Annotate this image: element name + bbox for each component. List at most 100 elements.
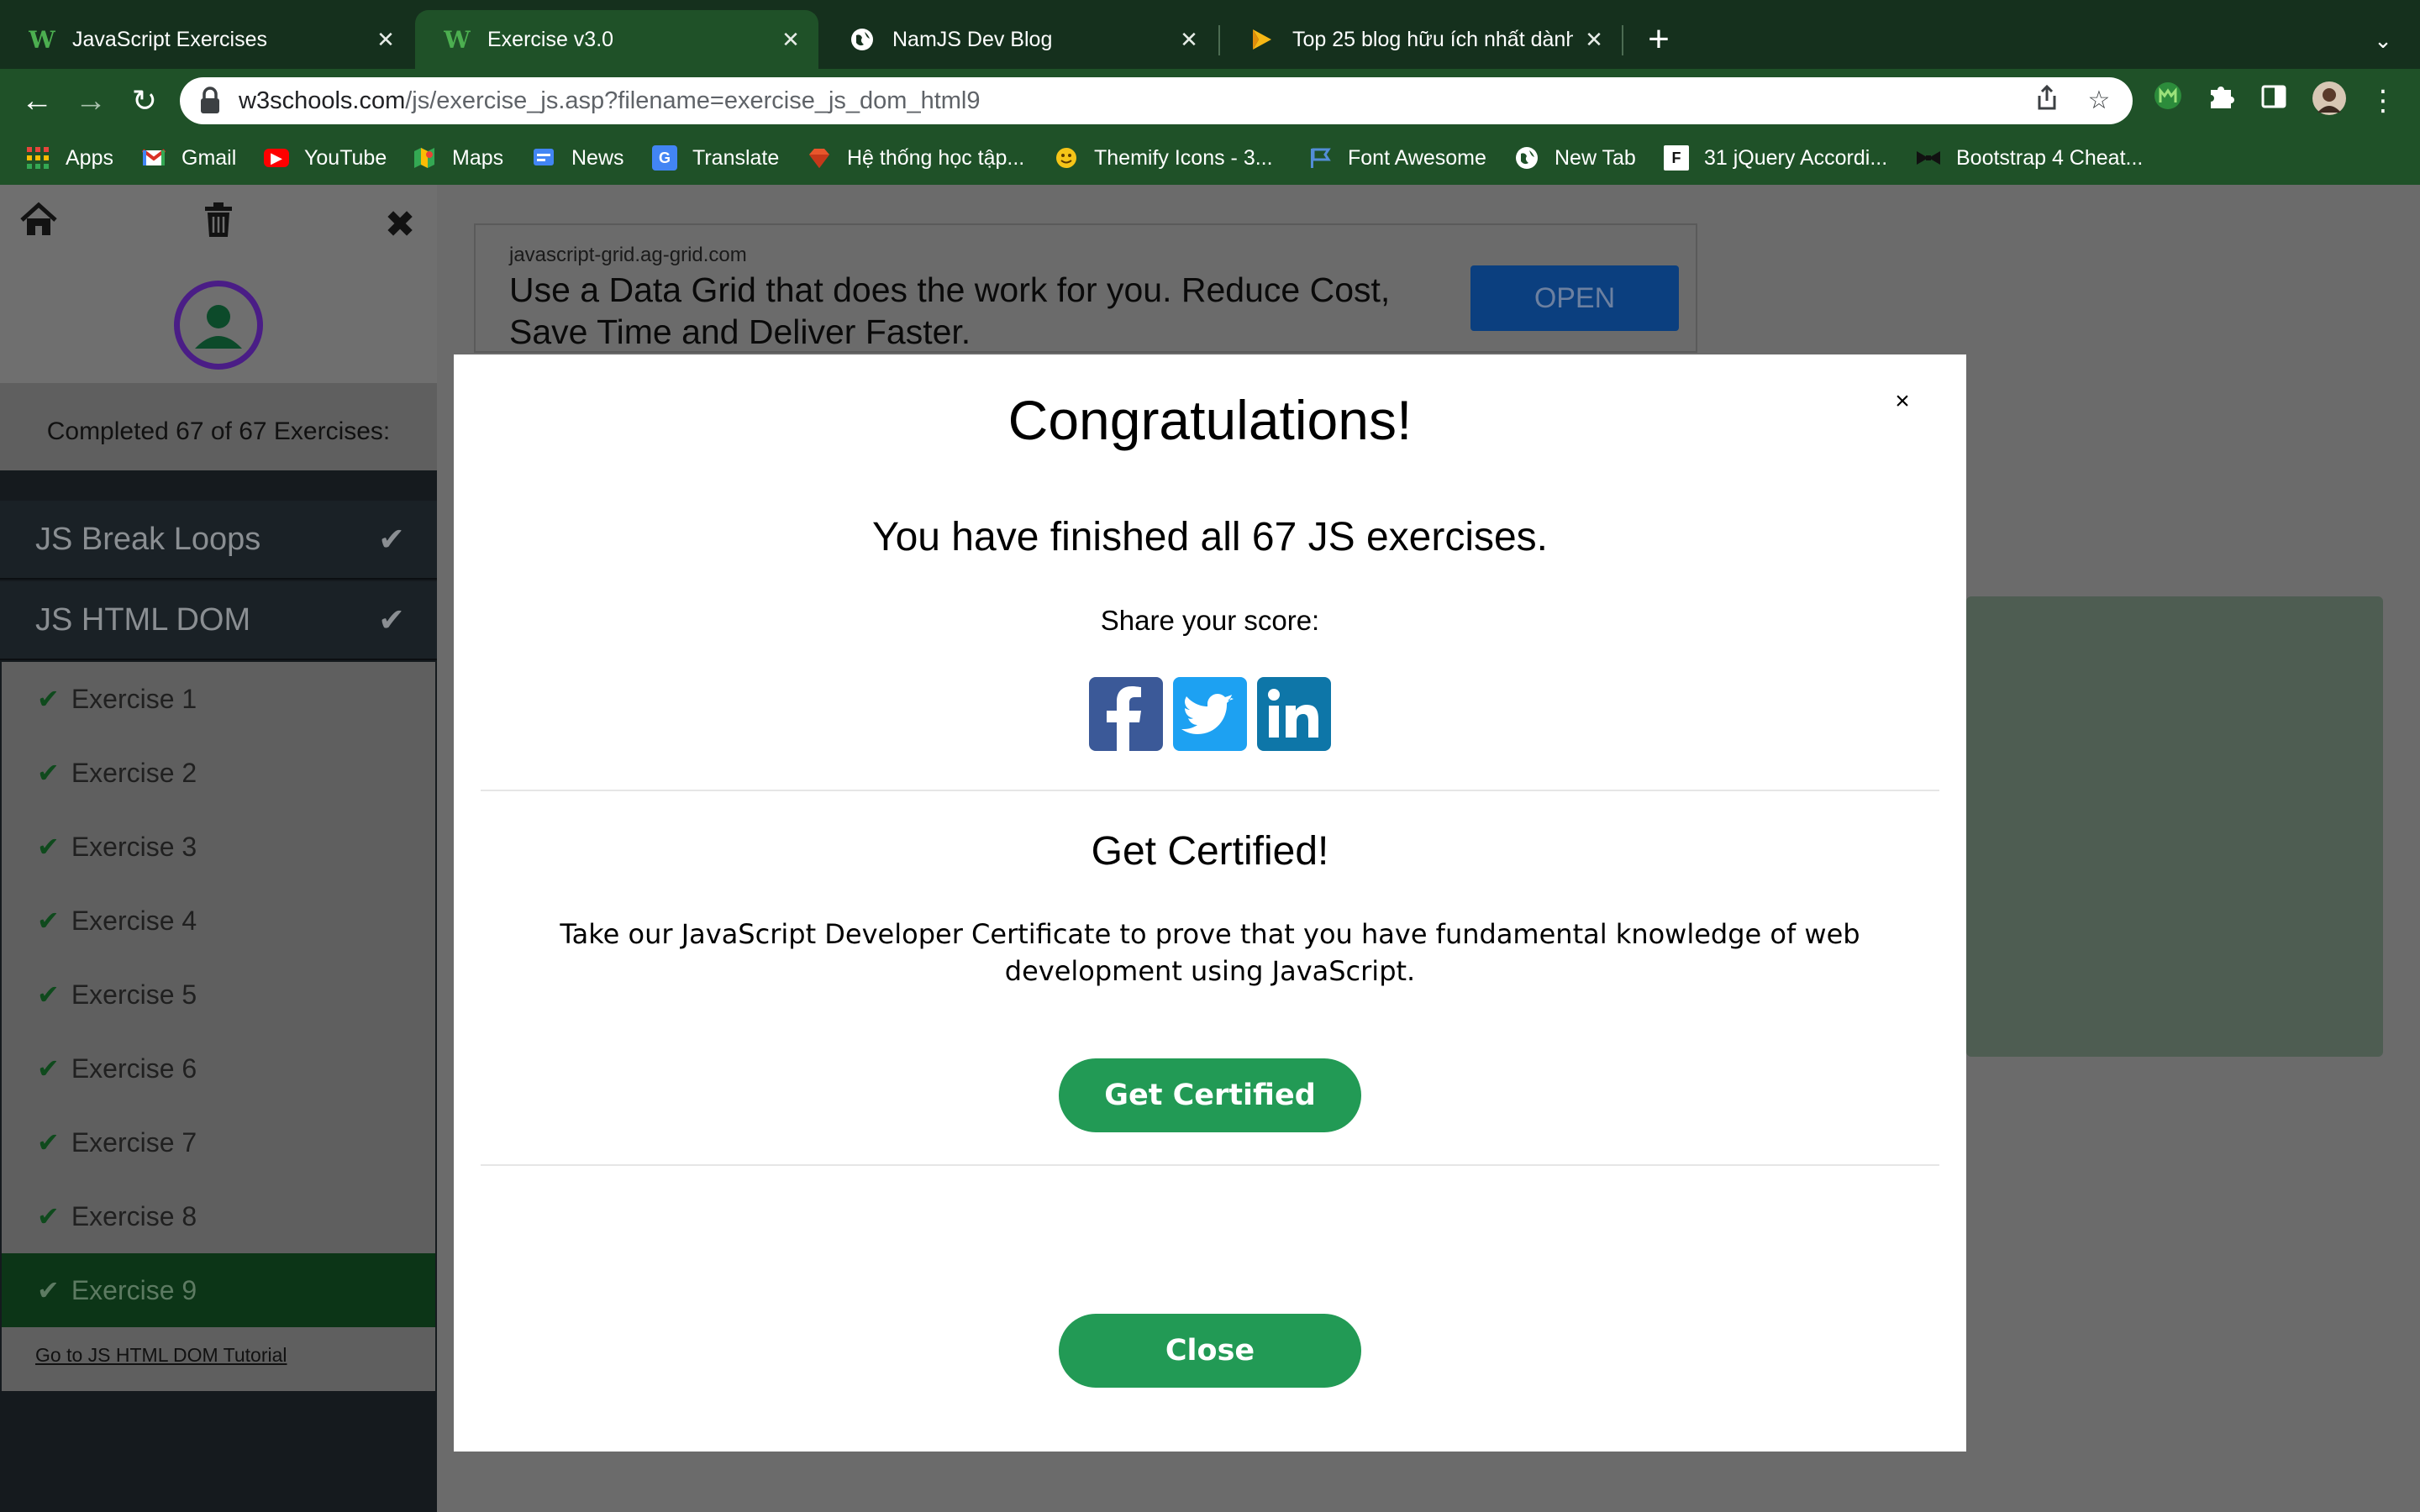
globe-icon <box>849 26 876 53</box>
share-icon[interactable] <box>2030 84 2064 118</box>
exercise-label: Exercise 5 <box>71 979 197 1010</box>
exercise-label: Exercise 9 <box>71 1274 197 1305</box>
puzzle-extensions-icon[interactable] <box>2202 81 2242 121</box>
linkedin-icon[interactable] <box>1257 677 1331 751</box>
exercise-2[interactable]: ✔ Exercise 2 <box>2 736 435 810</box>
exercise-1[interactable]: ✔ Exercise 1 <box>2 662 435 736</box>
news-icon <box>531 145 556 171</box>
close-tab-icon[interactable]: ✕ <box>1176 27 1202 52</box>
checkmark-icon: ✔ <box>378 522 405 558</box>
diamond-icon <box>807 145 832 171</box>
bookmark-label: Maps <box>452 145 504 170</box>
bookmark-apps[interactable]: Apps <box>25 139 113 176</box>
modal-title: Congratulations! <box>1007 389 1413 451</box>
url-text[interactable]: w3schools.com/js/exercise_js.asp?filenam… <box>239 84 981 118</box>
back-arrow-icon[interactable]: ← <box>17 79 57 123</box>
maps-icon <box>412 145 437 171</box>
bookmark-font-awesome[interactable]: Font Awesome <box>1307 139 1486 176</box>
bookmark-label: Bootstrap 4 Cheat... <box>1956 145 2144 170</box>
close-button[interactable]: Close <box>1059 1314 1361 1388</box>
tab-title: NamJS Dev Blog <box>892 27 1053 51</box>
bookmark-themify-icons[interactable]: Themify Icons - 3... <box>1054 139 1273 176</box>
bookmark-translate[interactable]: G Translate <box>652 139 779 176</box>
category-label: JS HTML DOM <box>35 601 251 638</box>
bookmark-label: New Tab <box>1555 145 1636 170</box>
reload-icon[interactable]: ↻ <box>124 79 165 123</box>
tab-title: JavaScript Exercises <box>72 27 268 51</box>
checkmark-icon: ✔ <box>37 1127 60 1158</box>
share-score-label: Share your score: <box>1100 605 1320 636</box>
category-label: JS Break Loops <box>35 521 261 557</box>
tab-exercise-v3[interactable]: W Exercise v3.0 ✕ <box>415 10 818 69</box>
bookmark-jquery-accordion[interactable]: F 31 jQuery Accordi... <box>1664 139 1887 176</box>
bookmark-youtube[interactable]: ▶ YouTube <box>264 139 387 176</box>
bowtie-icon <box>1916 145 1941 171</box>
bookmark-label: Translate <box>692 145 780 170</box>
chevron-down-icon[interactable]: ⌄ <box>2366 22 2400 59</box>
globe-icon <box>1514 145 1539 171</box>
ad-domain: javascript-grid.ag-grid.com <box>509 244 747 266</box>
bookmark-new-tab[interactable]: New Tab <box>1514 139 1636 176</box>
category-js-break-loops[interactable]: JS Break Loops ✔ <box>0 501 437 580</box>
url-path: /js/exercise_js.asp?filename=exercise_js… <box>405 87 981 114</box>
user-avatar[interactable] <box>174 281 263 370</box>
gmail-icon <box>141 145 166 171</box>
certificate-description: Take our JavaScript Developer Certificat… <box>560 918 1860 987</box>
ad-headline[interactable]: Use a Data Grid that does the work for y… <box>509 269 1434 353</box>
exercise-label: Exercise 2 <box>71 757 197 788</box>
exercise-3[interactable]: ✔ Exercise 3 <box>2 810 435 884</box>
lock-icon[interactable] <box>198 86 222 116</box>
side-panel-icon[interactable] <box>2254 81 2294 121</box>
w3schools-icon: W <box>444 25 471 54</box>
tab-namjs-dev-blog[interactable]: NamJS Dev Blog ✕ <box>820 10 1217 69</box>
trash-icon[interactable] <box>197 202 240 249</box>
tab-title: Exercise v3.0 <box>487 27 614 51</box>
star-bookmark-icon[interactable]: ☆ <box>2082 84 2116 118</box>
exercise-9[interactable]: ✔ Exercise 9 <box>2 1253 435 1327</box>
close-sidebar-icon[interactable]: ✖ <box>378 202 422 249</box>
exercise-label: Exercise 4 <box>71 905 197 936</box>
tutorial-link[interactable]: Go to JS HTML DOM Tutorial <box>35 1344 287 1367</box>
exercise-7[interactable]: ✔ Exercise 7 <box>2 1105 435 1179</box>
result-panel <box>1966 596 2383 1057</box>
bookmark-news[interactable]: News <box>531 139 624 176</box>
checkmark-icon: ✔ <box>37 979 60 1010</box>
tab-top-25-blog[interactable]: Top 25 blog hữu ích nhất dành ✕ <box>1220 10 1622 69</box>
bookmark-bootstrap-cheat[interactable]: Bootstrap 4 Cheat... <box>1916 139 2143 176</box>
forward-arrow-icon[interactable]: → <box>71 79 111 123</box>
kebab-menu-icon[interactable]: ⋮ <box>2363 81 2403 121</box>
close-tab-icon[interactable]: ✕ <box>778 27 803 52</box>
tab-javascript-exercises[interactable]: W JavaScript Exercises ✕ <box>0 10 413 69</box>
new-tab-button[interactable]: + <box>1637 18 1681 62</box>
exercise-8[interactable]: ✔ Exercise 8 <box>2 1179 435 1253</box>
bookmark-gmail[interactable]: Gmail <box>141 139 236 176</box>
finished-message: You have finished all 67 JS exercises. <box>871 515 1549 559</box>
twitter-icon[interactable] <box>1173 677 1247 751</box>
close-tab-icon[interactable]: ✕ <box>1581 27 1607 52</box>
extension-green-icon[interactable] <box>2148 81 2188 121</box>
get-certified-now-button[interactable]: Get Certified Now! <box>1059 1058 1361 1186</box>
facebook-icon[interactable] <box>1089 677 1163 751</box>
bookmark-label: Font Awesome <box>1348 145 1486 170</box>
exercise-4[interactable]: ✔ Exercise 4 <box>2 884 435 958</box>
tab-separator <box>1622 25 1623 55</box>
ad-open-button[interactable]: OPEN <box>1470 265 1679 331</box>
completed-count: Completed 67 of 67 Exercises: <box>0 383 437 470</box>
profile-avatar[interactable] <box>2309 81 2349 121</box>
bookmark-he-thong-hoc-tap[interactable]: Hệ thống học tập... <box>807 139 1024 176</box>
close-tab-icon[interactable]: ✕ <box>373 27 398 52</box>
exercise-6[interactable]: ✔ Exercise 6 <box>2 1032 435 1105</box>
category-js-html-dom[interactable]: JS HTML DOM ✔ <box>0 581 437 660</box>
checkmark-icon: ✔ <box>37 1201 60 1231</box>
f-logo-icon: F <box>1664 145 1689 171</box>
bookmark-maps[interactable]: Maps <box>412 139 503 176</box>
exercise-label: Exercise 3 <box>71 831 197 862</box>
youtube-icon: ▶ <box>264 149 289 167</box>
home-icon[interactable] <box>17 202 60 249</box>
exercise-5[interactable]: ✔ Exercise 5 <box>2 958 435 1032</box>
apps-grid-icon <box>25 145 50 171</box>
flag-icon <box>1307 145 1333 171</box>
bookmark-label: 31 jQuery Accordi... <box>1704 145 1888 170</box>
divider <box>481 1164 1939 1166</box>
divider <box>481 790 1939 791</box>
